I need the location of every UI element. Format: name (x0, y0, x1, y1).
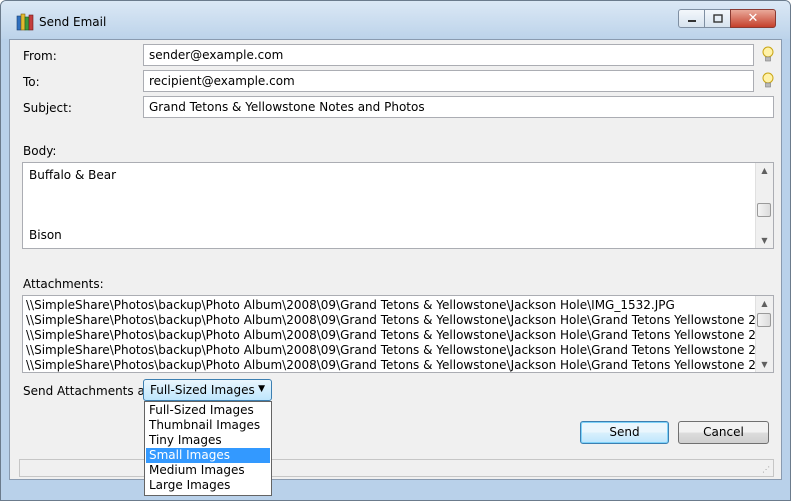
send-as-dropdown[interactable]: Full-Sized Images ▼ (143, 379, 272, 401)
books-icon (16, 13, 34, 31)
to-field[interactable]: recipient@example.com (143, 70, 754, 92)
body-line: Buffalo & Bear (29, 168, 117, 182)
send-as-option[interactable]: Tiny Images (146, 433, 270, 448)
scroll-up-icon[interactable]: ▲ (756, 296, 773, 311)
chevron-down-icon: ▼ (258, 384, 265, 394)
attachment-item[interactable]: \\SimpleShare\Photos\backup\Photo Album\… (26, 298, 675, 312)
body-scrollbar[interactable]: ▲ ▼ (755, 163, 773, 248)
body-label: Body: (23, 144, 57, 158)
minimize-button[interactable] (678, 9, 705, 28)
attachments-label: Attachments: (23, 277, 104, 291)
attachments-scrollbar[interactable]: ▲ ▼ (755, 296, 773, 372)
status-bar: ⋰ (19, 459, 774, 477)
subject-label: Subject: (23, 101, 72, 115)
lightbulb-icon[interactable] (762, 71, 774, 91)
close-icon: ✕ (747, 11, 759, 26)
send-as-option[interactable]: Large Images (146, 478, 270, 493)
send-as-selected: Full-Sized Images (150, 383, 255, 397)
send-as-label: Send Attachments as: (23, 384, 156, 398)
lightbulb-icon[interactable] (762, 45, 774, 65)
scroll-down-icon[interactable]: ▼ (756, 233, 773, 248)
attachment-item[interactable]: \\SimpleShare\Photos\backup\Photo Album\… (26, 328, 773, 342)
send-as-option[interactable]: Medium Images (146, 463, 270, 478)
maximize-button[interactable] (704, 9, 731, 28)
attachment-item[interactable]: \\SimpleShare\Photos\backup\Photo Album\… (26, 313, 773, 327)
send-as-option-highlighted[interactable]: Small Images (146, 448, 270, 463)
send-as-option[interactable]: Thumbnail Images (146, 418, 270, 433)
title-bar[interactable]: Send Email ✕ (1, 1, 790, 39)
attachment-item[interactable]: \\SimpleShare\Photos\backup\Photo Album\… (26, 343, 773, 357)
send-button[interactable]: Send (580, 421, 669, 444)
dialog-body: From: sender@example.com To: recipient@e… (9, 39, 782, 496)
send-email-window: Send Email ✕ From: sender@example.com To… (0, 0, 791, 501)
maximize-icon (712, 14, 723, 23)
window-title: Send Email (39, 15, 107, 29)
send-as-options-list: Full-Sized Images Thumbnail Images Tiny … (144, 401, 272, 496)
attachment-item[interactable]: \\SimpleShare\Photos\backup\Photo Album\… (26, 358, 773, 372)
scroll-up-icon[interactable]: ▲ (756, 163, 773, 178)
send-as-option[interactable]: Full-Sized Images (146, 403, 270, 418)
body-line: Bison (29, 228, 62, 242)
attachments-list[interactable]: \\SimpleShare\Photos\backup\Photo Album\… (22, 295, 774, 373)
from-field[interactable]: sender@example.com (143, 44, 754, 66)
from-label: From: (23, 49, 57, 63)
close-button[interactable]: ✕ (730, 9, 776, 28)
scroll-down-icon[interactable]: ▼ (756, 357, 773, 372)
cancel-button[interactable]: Cancel (678, 421, 769, 444)
minimize-icon (687, 19, 696, 22)
body-textarea[interactable]: Buffalo & Bear Bison ▲ ▼ (22, 162, 774, 249)
subject-field[interactable]: Grand Tetons & Yellowstone Notes and Pho… (143, 96, 774, 118)
scroll-thumb[interactable] (757, 313, 771, 327)
scroll-thumb[interactable] (757, 203, 771, 217)
resize-grip-icon[interactable]: ⋰ (762, 465, 772, 475)
to-label: To: (23, 75, 40, 89)
